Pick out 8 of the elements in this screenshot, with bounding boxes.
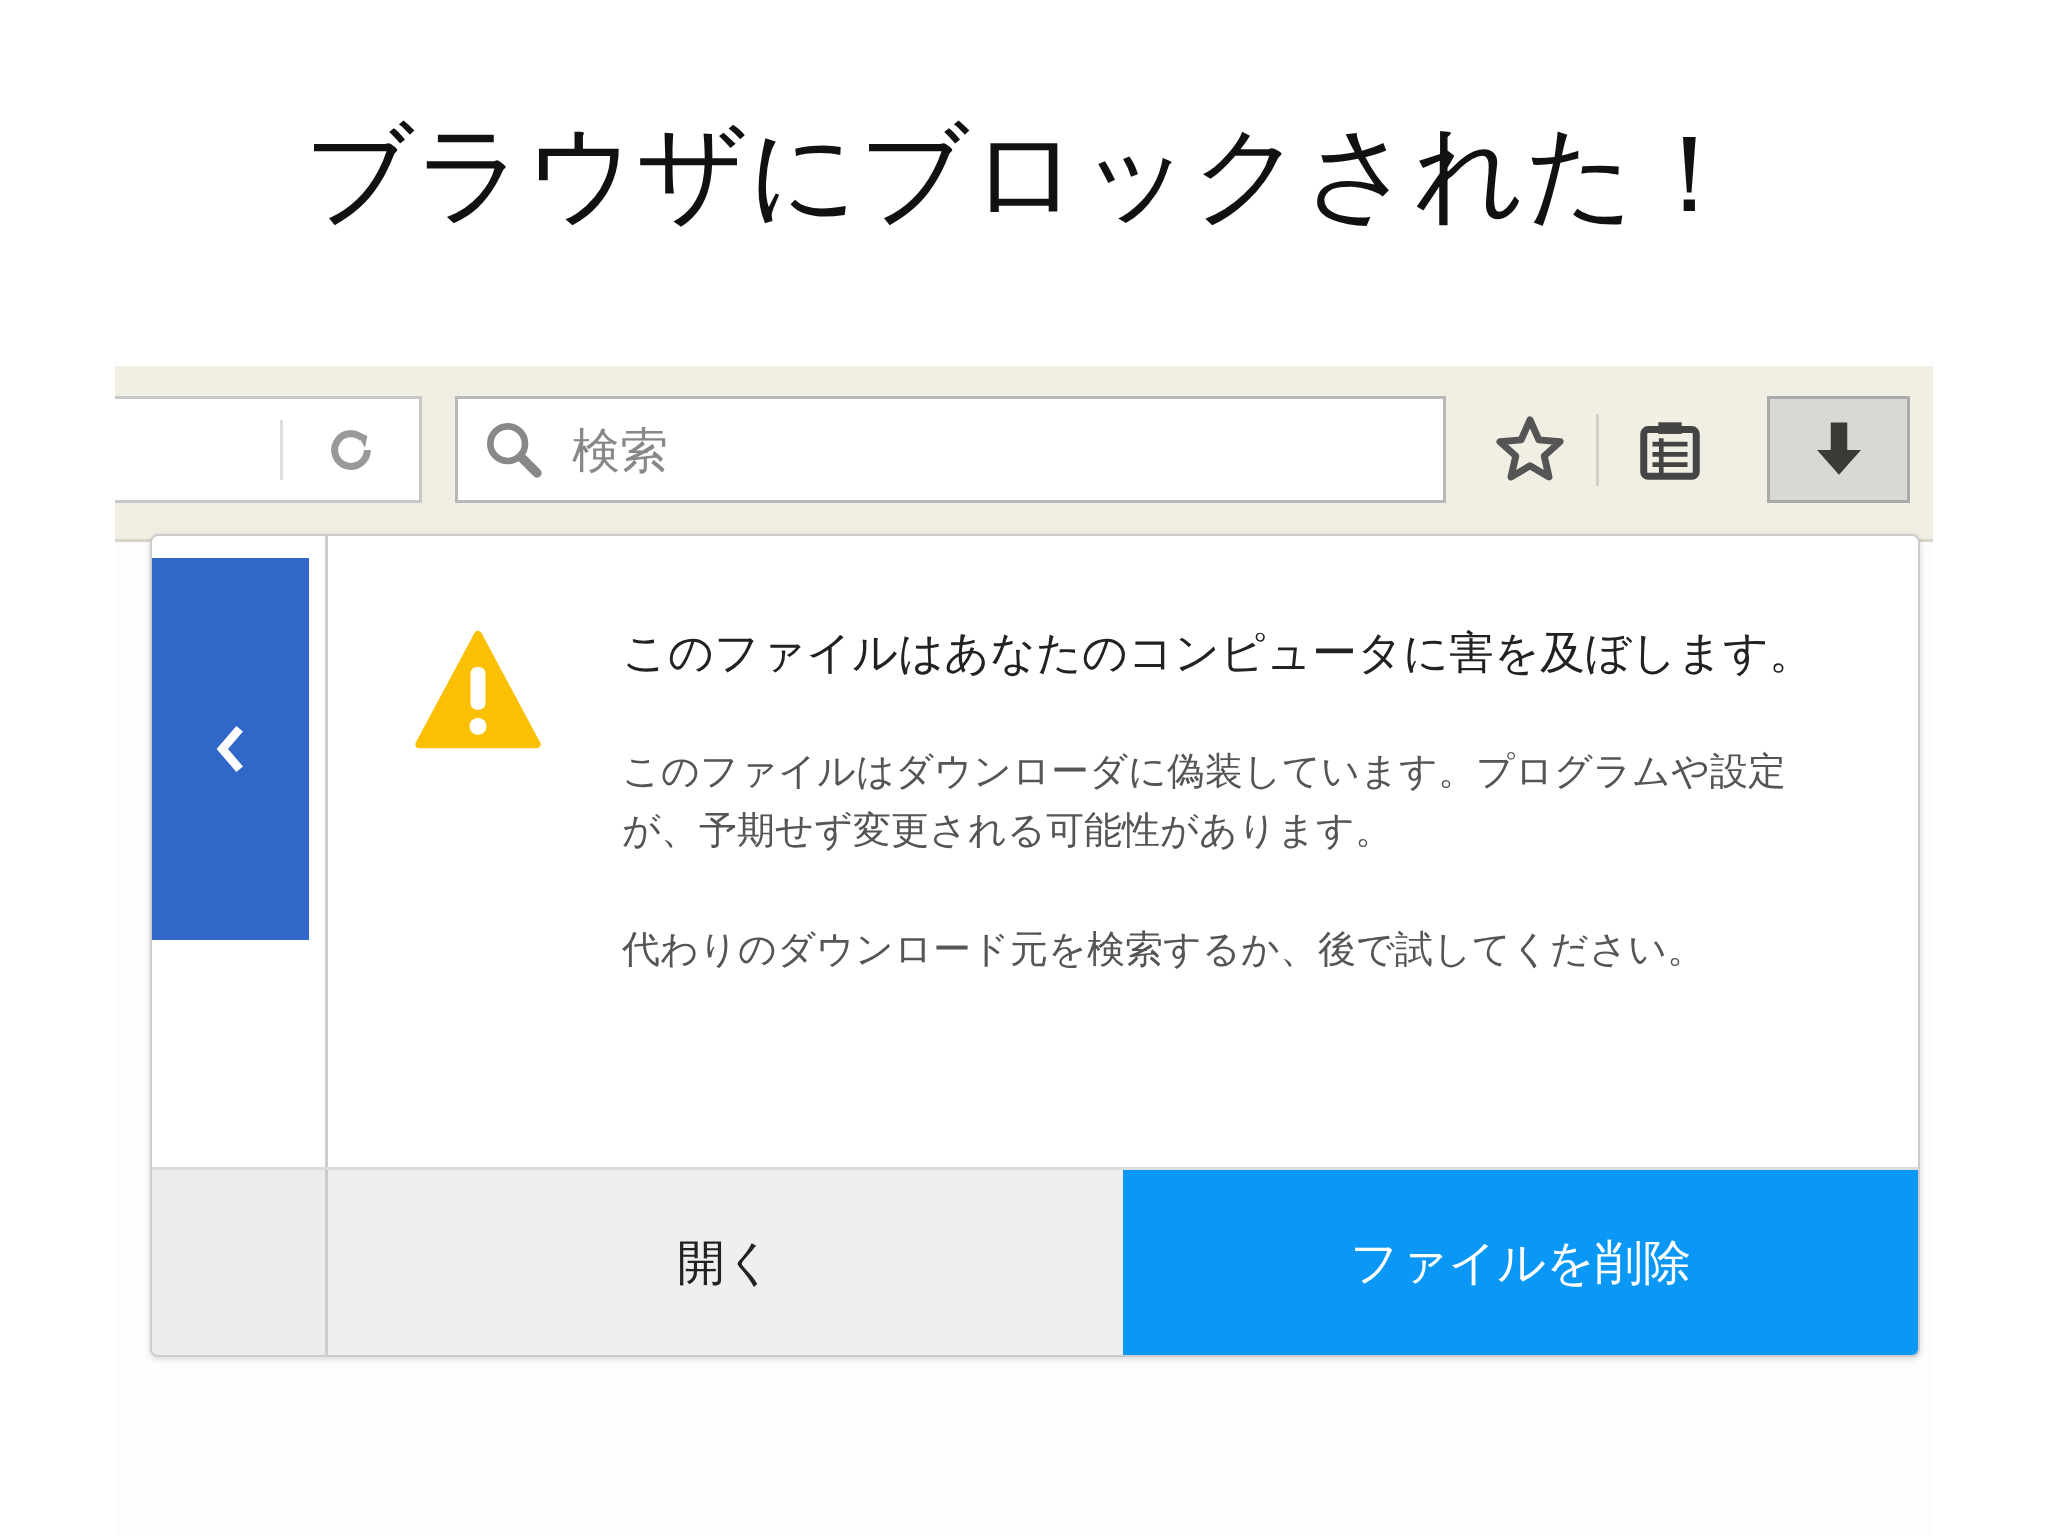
open-button[interactable]: 開く [328,1170,1123,1355]
slide-title: ブラウザにブロックされた！ [304,120,1744,228]
url-field[interactable] [115,396,422,503]
download-button[interactable] [1767,396,1910,503]
warning-text: このファイルはダウンローダに偽装しています。プログラムや設定が、予期せず変更される可能性があります。 [622,748,1787,854]
warning-heading: このファイルはあなたのコンピュータに害を及ぼします。 [622,626,1815,680]
warning-text: 代わりのダウンロード元を検索するか、後で試してください。 [622,925,1706,973]
search-field[interactable]: 検索 [455,396,1446,503]
